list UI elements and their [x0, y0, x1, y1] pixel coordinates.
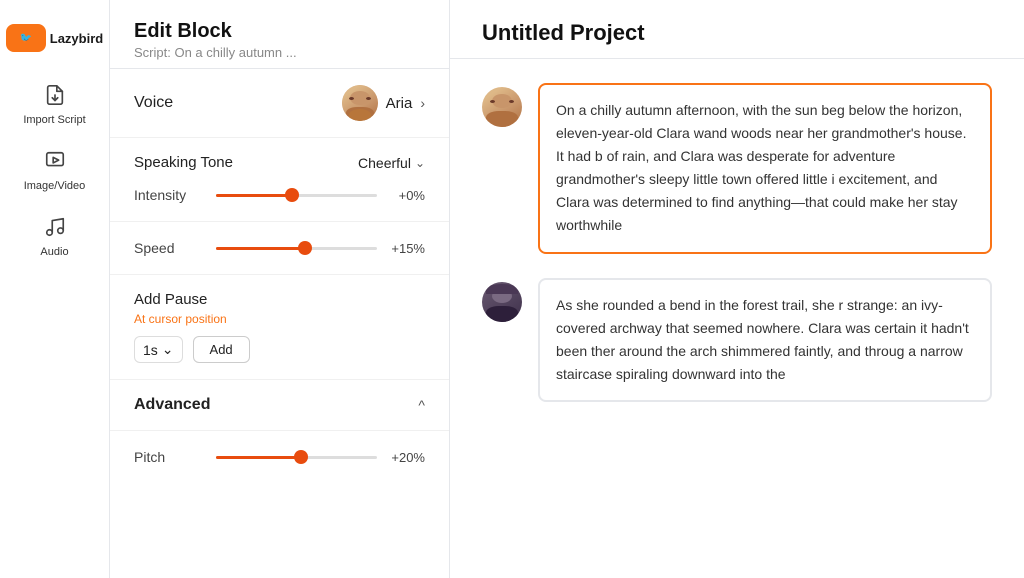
content-area: On a chilly autumn afternoon, with the s…	[450, 59, 1024, 426]
pause-duration-select[interactable]: 1s ⌄	[134, 336, 183, 363]
main-content: Untitled Project On a chilly autumn afte…	[450, 0, 1024, 578]
logo-box: 🐦	[6, 24, 46, 52]
speed-thumb[interactable]	[298, 241, 312, 255]
pitch-slider-row: Pitch +20%	[134, 447, 425, 467]
advanced-title: Advanced	[134, 396, 210, 414]
speed-slider[interactable]	[216, 238, 377, 258]
intensity-track	[216, 194, 377, 197]
content-block-2: As she rounded a bend in the forest trai…	[482, 278, 992, 402]
edit-subtitle: Script: On a chilly autumn ...	[134, 45, 425, 60]
content-block-1: On a chilly autumn afternoon, with the s…	[482, 83, 992, 254]
tone-row: Speaking Tone Cheerful ⌄	[134, 154, 425, 171]
tone-selector[interactable]: Cheerful ⌄	[358, 155, 425, 171]
advanced-chevron-icon: ^	[418, 397, 425, 413]
block-1-text-box[interactable]: On a chilly autumn afternoon, with the s…	[538, 83, 992, 254]
voice-avatar	[342, 85, 378, 121]
advanced-section: Advanced ^	[110, 380, 449, 431]
add-pause-section: Add Pause At cursor position 1s ⌄ Add	[110, 275, 449, 380]
add-pause-label: Add Pause	[134, 291, 425, 308]
import-script-icon	[44, 84, 66, 110]
block-1-avatar	[482, 87, 522, 127]
intensity-slider[interactable]	[216, 185, 377, 205]
tone-section: Speaking Tone Cheerful ⌄ Intensity +0%	[110, 138, 449, 222]
intensity-slider-row: Intensity +0%	[134, 185, 425, 205]
aria-avatar-face	[342, 85, 378, 121]
image-video-icon	[44, 150, 66, 176]
pitch-slider[interactable]	[216, 447, 377, 467]
pitch-label: Pitch	[134, 449, 204, 465]
edit-title: Edit Block	[134, 20, 425, 43]
import-script-label: Import Script	[23, 114, 85, 126]
intensity-fill	[216, 194, 292, 197]
edit-header: Edit Block Script: On a chilly autumn ..…	[110, 0, 449, 69]
block-2-avatar	[482, 282, 522, 322]
logo-icon: 🐦	[20, 33, 32, 44]
sidebar-item-import-script[interactable]: Import Script	[0, 72, 109, 138]
tone-chevron-icon: ⌄	[415, 156, 425, 170]
pause-duration-value: 1s	[143, 342, 158, 358]
voice-chevron-icon: ›	[420, 95, 425, 111]
block-1-text: On a chilly autumn afternoon, with the s…	[556, 99, 974, 238]
pitch-value: +20%	[389, 450, 425, 465]
main-header: Untitled Project	[450, 0, 1024, 59]
intensity-label: Intensity	[134, 187, 204, 203]
pause-controls: 1s ⌄ Add	[134, 336, 425, 363]
pitch-track	[216, 456, 377, 459]
voice-label: Voice	[134, 94, 173, 112]
speed-label: Speed	[134, 240, 204, 256]
voice-row: Voice Aria ›	[134, 85, 425, 121]
pitch-fill	[216, 456, 301, 459]
sidebar-item-audio[interactable]: Audio	[0, 204, 109, 270]
logo-area: 🐦 Lazybird	[0, 16, 109, 72]
voice-name: Aria	[386, 95, 413, 112]
project-title: Untitled Project	[482, 20, 992, 46]
block-2-text: As she rounded a bend in the forest trai…	[556, 294, 974, 386]
audio-icon	[44, 216, 66, 242]
audio-label: Audio	[40, 246, 68, 258]
intensity-value: +0%	[389, 188, 425, 203]
add-pause-sub: At cursor position	[134, 312, 425, 326]
speed-fill	[216, 247, 305, 250]
sidebar-item-image-video[interactable]: Image/Video	[0, 138, 109, 204]
pitch-section: Pitch +20%	[110, 431, 449, 483]
pause-select-chevron-icon: ⌄	[162, 341, 174, 358]
image-video-label: Image/Video	[24, 180, 86, 192]
speed-section: Speed +15%	[110, 222, 449, 275]
speed-slider-row: Speed +15%	[134, 238, 425, 258]
voice-section: Voice Aria ›	[110, 69, 449, 138]
logo-label: Lazybird	[50, 31, 103, 46]
tone-value: Cheerful	[358, 155, 411, 171]
voice-selector[interactable]: Aria ›	[342, 85, 425, 121]
intensity-thumb[interactable]	[285, 188, 299, 202]
advanced-header[interactable]: Advanced ^	[134, 396, 425, 414]
sidebar: 🐦 Lazybird Import Script Image/Video	[0, 0, 110, 578]
speed-value: +15%	[389, 241, 425, 256]
speed-track	[216, 247, 377, 250]
speaking-tone-label: Speaking Tone	[134, 154, 233, 171]
pitch-thumb[interactable]	[294, 450, 308, 464]
block-2-text-box[interactable]: As she rounded a bend in the forest trai…	[538, 278, 992, 402]
add-pause-button[interactable]: Add	[193, 336, 250, 363]
edit-panel: Edit Block Script: On a chilly autumn ..…	[110, 0, 450, 578]
